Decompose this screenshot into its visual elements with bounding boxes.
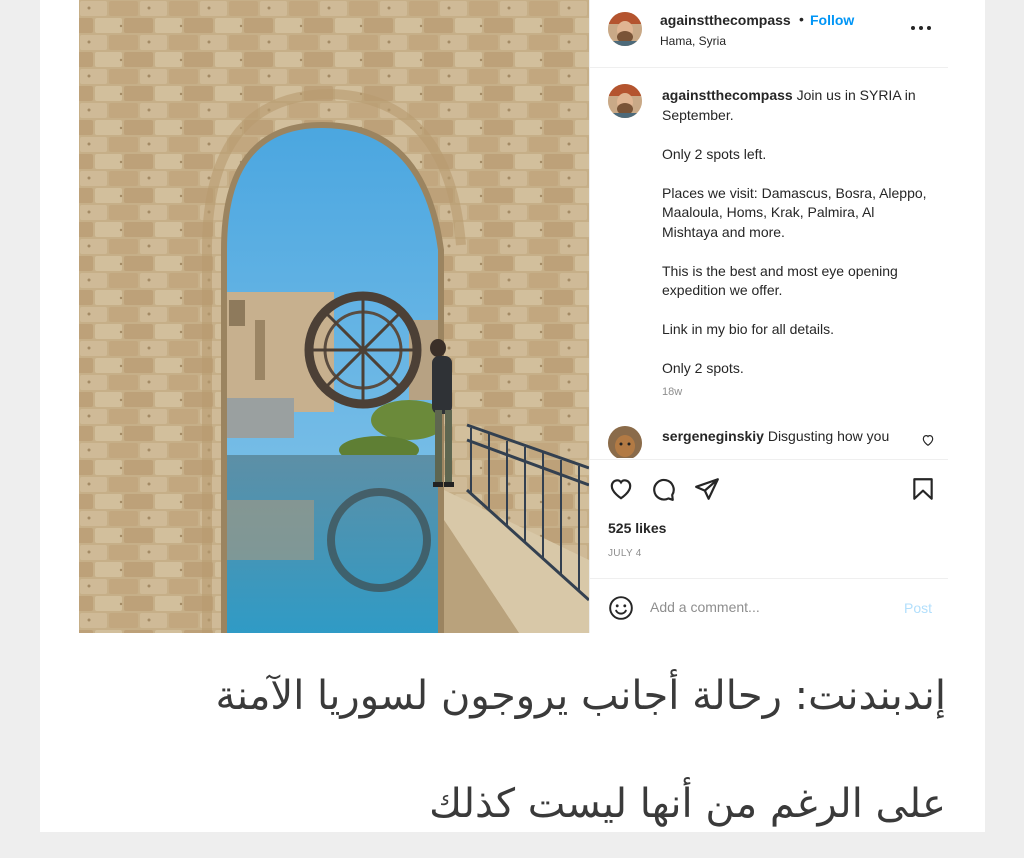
author-username[interactable]: againstthecompass (660, 12, 791, 28)
post-location[interactable]: Hama, Syria (660, 34, 726, 48)
avatar-image (608, 426, 642, 458)
post-comment-button[interactable]: Post (904, 600, 932, 616)
post-caption: againstthecompass Join us in SYRIA in Se… (662, 86, 932, 379)
caption-timestamp[interactable]: 18w (662, 386, 682, 398)
post-photo[interactable] (79, 0, 589, 633)
emoji-icon[interactable] (608, 595, 634, 621)
like-heart-icon[interactable] (608, 476, 634, 502)
like-comment-heart-icon[interactable] (921, 433, 935, 447)
comment-bubble-icon[interactable] (650, 476, 676, 502)
likes-count[interactable]: 525 likes (608, 520, 666, 536)
caption-username[interactable]: againstthecompass (662, 87, 793, 103)
comment-input[interactable] (650, 596, 880, 618)
more-horizontal-icon (911, 26, 915, 30)
comments-section: againstthecompass Join us in SYRIA in Se… (590, 68, 948, 458)
avatar-image (608, 12, 642, 46)
caption-paragraph: This is the best and most eye opening ex… (662, 262, 898, 299)
headline-line-1: إندبندنت: رحالة أجانب يروجون لسوريا الآم… (215, 673, 946, 719)
headline-line-2: على الرغم من أنها ليست كذلك (429, 781, 946, 827)
bookmark-icon[interactable] (910, 476, 936, 502)
comment-username[interactable]: sergeneginskiy (662, 428, 764, 444)
comment-item: sergeneginskiy Disgusting how you (590, 426, 948, 458)
caption-paragraph: Only 2 spots. (662, 360, 744, 376)
comment-text: sergeneginskiy Disgusting how you (662, 427, 912, 446)
post-header: againstthecompass • Follow Hama, Syria (590, 0, 948, 68)
author-avatar[interactable] (608, 12, 642, 46)
more-options-button[interactable] (908, 18, 934, 38)
caption-paragraph: Only 2 spots left. (662, 145, 767, 162)
caption-avatar[interactable] (608, 84, 642, 118)
add-comment-bar: Post (590, 578, 948, 634)
caption-paragraph: Places we visit: Damascus, Bosra, Aleppo… (662, 184, 927, 240)
separator-dot: • (799, 11, 804, 27)
caption-paragraph: Link in my bio for all details. (662, 321, 834, 337)
avatar-image (608, 84, 642, 118)
post-photo-image (79, 0, 589, 633)
post-date[interactable]: JULY 4 (608, 548, 642, 559)
post-actions: 525 likes JULY 4 (590, 459, 948, 579)
share-send-icon[interactable] (694, 476, 720, 502)
comment-body: Disgusting how you (767, 428, 890, 444)
article-headline: إندبندنت: رحالة أجانب يروجون لسوريا الآم… (90, 642, 946, 858)
commenter-avatar[interactable] (608, 426, 642, 458)
post-side-panel: againstthecompass • Follow Hama, Syria a… (589, 0, 948, 633)
follow-button[interactable]: Follow (810, 12, 854, 28)
